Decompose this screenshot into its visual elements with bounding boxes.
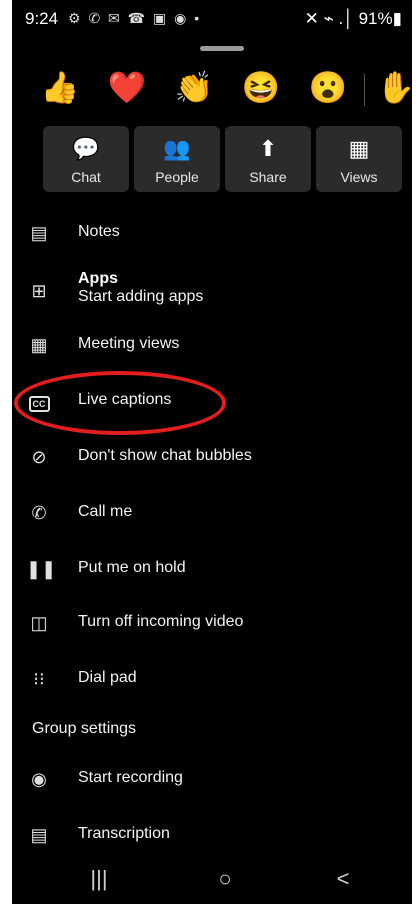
status-bar: 9:24 ⚙ ✆ ✉ ☎ ▣ ◉ • ✕ ⌁ .│ 91%▮ bbox=[12, 0, 412, 38]
chat-label: Chat bbox=[71, 169, 101, 185]
notes-icon: ▤ bbox=[30, 223, 48, 243]
laughing-face-icon[interactable]: 😆 bbox=[241, 68, 281, 108]
recents-button[interactable]: ||| bbox=[74, 864, 124, 894]
back-button[interactable]: < bbox=[318, 864, 368, 894]
pause-icon: ❚❚ bbox=[26, 559, 57, 579]
menu-item-dial-pad[interactable]: ⁝⁝ Dial pad bbox=[12, 654, 412, 704]
call-me-label: Call me bbox=[78, 503, 133, 520]
surprised-face-icon[interactable]: 😮 bbox=[308, 68, 348, 108]
apps-icon: ⊞ bbox=[31, 281, 47, 301]
thumbs-up-icon[interactable]: 👍 bbox=[40, 68, 80, 108]
menu-item-incoming-video[interactable]: ◫ Turn off incoming video bbox=[12, 598, 412, 648]
views-icon: ▦ bbox=[348, 136, 370, 161]
share-icon: ⬆ bbox=[258, 136, 278, 161]
grid-icon: ▦ bbox=[30, 335, 48, 355]
menu-item-notes[interactable]: ▤ Notes bbox=[12, 208, 412, 258]
drag-handle[interactable] bbox=[200, 46, 244, 51]
incoming-video-label: Turn off incoming video bbox=[78, 613, 244, 630]
hold-label: Put me on hold bbox=[78, 559, 186, 576]
menu-item-apps[interactable]: ⊞ Apps Start adding apps bbox=[12, 266, 412, 316]
transcription-label: Transcription bbox=[78, 825, 170, 842]
chat-icon: 💬 bbox=[72, 136, 100, 161]
menu-item-hold[interactable]: ❚❚ Put me on hold bbox=[12, 544, 412, 594]
android-nav-bar: ||| ○ < bbox=[12, 856, 412, 904]
people-icon: 👥 bbox=[163, 136, 191, 161]
dial-pad-label: Dial pad bbox=[78, 669, 137, 686]
apps-subtitle: Start adding apps bbox=[78, 288, 204, 305]
dial-pad-icon: ⁝⁝ bbox=[33, 669, 45, 689]
menu-item-transcription[interactable]: ▤ Transcription bbox=[12, 810, 412, 860]
people-button[interactable]: 👥 People bbox=[134, 126, 220, 192]
views-button[interactable]: ▦ Views bbox=[316, 126, 402, 192]
group-settings-header: Group settings bbox=[32, 720, 137, 737]
reactions-bar: 👍 ❤️ 👏 😆 😮 ✋ bbox=[12, 62, 412, 116]
start-recording-label: Start recording bbox=[78, 769, 183, 786]
chat-bubbles-label: Don't show chat bubbles bbox=[78, 447, 252, 464]
chat-button[interactable]: 💬 Chat bbox=[43, 126, 129, 192]
notes-label: Notes bbox=[78, 223, 120, 240]
raise-hand-icon[interactable]: ✋ bbox=[376, 68, 412, 108]
clapping-hands-icon[interactable]: 👏 bbox=[174, 68, 214, 108]
apps-title: Apps bbox=[78, 270, 118, 287]
menu-item-meeting-views[interactable]: ▦ Meeting views bbox=[12, 320, 412, 370]
share-button[interactable]: ⬆ Share bbox=[225, 126, 311, 192]
video-off-icon: ◫ bbox=[30, 613, 48, 633]
people-label: People bbox=[155, 169, 199, 185]
record-icon: ◉ bbox=[31, 769, 47, 789]
notification-icons: ⚙ ✆ ✉ ☎ ▣ ◉ • bbox=[68, 10, 202, 26]
share-label: Share bbox=[249, 169, 287, 185]
views-label: Views bbox=[340, 169, 378, 185]
highlight-circle bbox=[14, 371, 226, 435]
transcription-icon: ▤ bbox=[30, 825, 48, 845]
menu-item-chat-bubbles[interactable]: ⊘ Don't show chat bubbles bbox=[12, 432, 412, 482]
chat-bubble-off-icon: ⊘ bbox=[31, 447, 47, 467]
phone-screen: 9:24 ⚙ ✆ ✉ ☎ ▣ ◉ • ✕ ⌁ .│ 91%▮ 👍 ❤️ 👏 😆 … bbox=[12, 0, 412, 904]
meeting-views-label: Meeting views bbox=[78, 335, 180, 352]
reactions-divider bbox=[364, 74, 365, 106]
heart-icon[interactable]: ❤️ bbox=[107, 68, 147, 108]
home-button[interactable]: ○ bbox=[200, 864, 250, 894]
menu-item-start-recording[interactable]: ◉ Start recording bbox=[12, 754, 412, 804]
status-time: 9:24 bbox=[25, 9, 59, 28]
phone-incoming-icon: ✆ bbox=[31, 503, 47, 523]
menu-item-call-me[interactable]: ✆ Call me bbox=[12, 488, 412, 538]
status-right: ✕ ⌁ .│ 91%▮ bbox=[304, 9, 402, 28]
action-tiles: 💬 Chat 👥 People ⬆ Share ▦ Views bbox=[43, 126, 403, 192]
